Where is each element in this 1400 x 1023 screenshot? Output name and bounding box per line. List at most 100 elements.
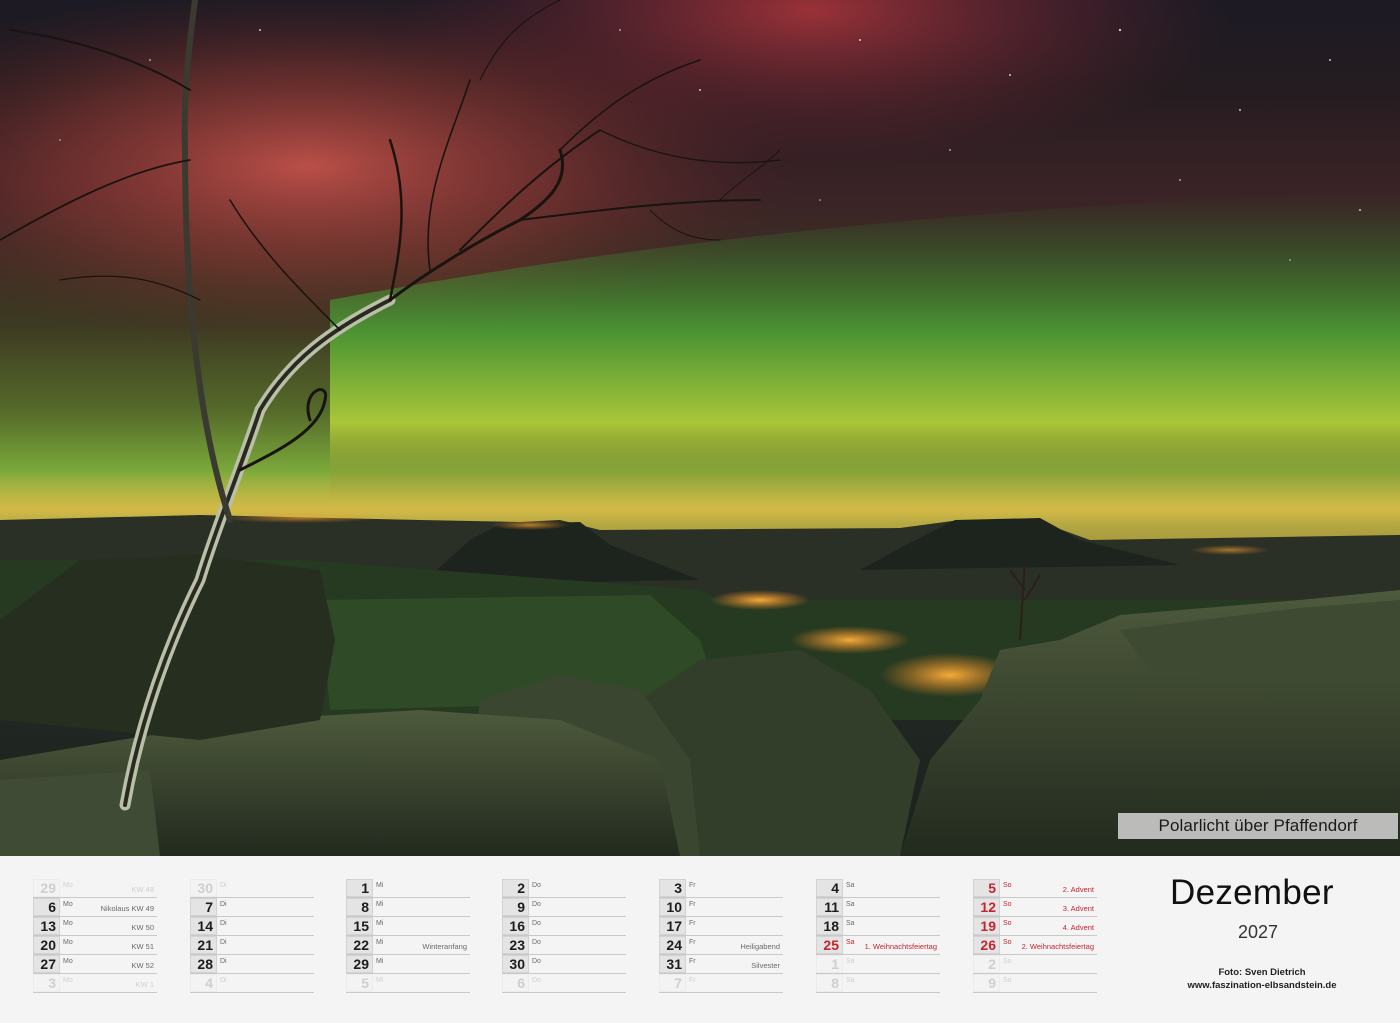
weekday-abbr: Fr [689,920,696,927]
credit-website[interactable]: www.faszination-elbsandstein.de [1150,979,1374,992]
calendar-column-do: 2 Do 9 Do 16 Do 23 Do 30 Do 6 Do [502,876,626,1016]
calendar-column-sa: 4 Sa 11 Sa 18 Sa 25 Sa 1. Weihnachtsfeiertag 1 Sa 8… [816,876,940,1016]
day-number: 9 [973,974,1000,992]
weekday-abbr: Fr [689,882,696,889]
calendar-day: 29 Mo KW 48 [33,879,157,898]
day-number: 7 [659,974,686,992]
day-number: 8 [816,974,843,992]
day-number: 5 [973,879,1000,897]
calendar-day: 7 Fr [659,974,783,993]
day-number: 24 [659,936,686,954]
weekday-abbr: So [1003,920,1012,927]
calendar-day: 1 Mi [346,879,470,898]
day-number: 1 [346,879,373,897]
row-divider [190,992,314,993]
day-number: 22 [346,936,373,954]
calendar-day: 9 So [973,974,1097,993]
calendar-day: 30 Di [190,879,314,898]
calendar-day: 7 Di [190,898,314,917]
calendar-day: 11 Sa [816,898,940,917]
weekday-abbr: Fr [689,939,696,946]
weekday-abbr: So [1003,977,1012,984]
day-number: 25 [816,936,843,954]
weekday-abbr: Mi [376,939,384,946]
calendar-day: 27 Mo KW 52 [33,955,157,974]
weekday-abbr: Mi [376,920,384,927]
day-number: 29 [33,879,60,897]
weekday-abbr: Sa [846,882,855,889]
weekday-abbr: Mo [63,958,73,965]
calendar-day: 17 Fr [659,917,783,936]
calendar-day: 23 Do [502,936,626,955]
day-number: 30 [502,955,529,973]
row-divider [973,992,1097,993]
weekday-abbr: Sa [846,901,855,908]
day-number: 3 [659,879,686,897]
aurora-landscape-illustration [0,0,1400,856]
day-number: 19 [973,917,1000,935]
day-number: 11 [816,898,843,916]
row-divider [346,992,470,993]
day-number: 2 [502,879,529,897]
weekday-abbr: Di [220,901,227,908]
day-number: 26 [973,936,1000,954]
weekday-abbr: Do [532,939,541,946]
calendar-day: 8 Mi [346,898,470,917]
calendar-grid: 29 Mo KW 48 6 Mo Nikolaus KW 49 13 Mo KW 50 20 Mo K… [0,856,1400,1023]
day-number: 31 [659,955,686,973]
calendar-day: 2 So [973,955,1097,974]
credit-photographer: Foto: Sven Dietrich [1218,967,1306,978]
calendar-day: 13 Mo KW 50 [33,917,157,936]
day-number: 16 [502,917,529,935]
day-number: 20 [33,936,60,954]
day-number: 27 [33,955,60,973]
weekday-abbr: Mi [376,901,384,908]
weekday-abbr: Di [220,977,227,984]
calendar-column-mo: 29 Mo KW 48 6 Mo Nikolaus KW 49 13 Mo KW 50 20 Mo K… [33,876,157,1016]
calendar-column-di: 30 Di 7 Di 14 Di 21 Di 28 Di 4 Di [190,876,314,1016]
calendar-day: 15 Mi [346,917,470,936]
calendar-day: 29 Mi [346,955,470,974]
weekday-abbr: Mi [376,977,384,984]
weekday-abbr: Mi [376,958,384,965]
day-number: 4 [190,974,217,992]
calendar-day: 26 So 2. Weihnachtsfeiertag [973,936,1097,955]
day-number: 21 [190,936,217,954]
photo-caption: Polarlicht über Pfaffendorf [1118,813,1398,839]
calendar-day: 12 So 3. Advent [973,898,1097,917]
year-label: 2027 [1238,922,1279,942]
calendar-day: 4 Di [190,974,314,993]
day-number: 10 [659,898,686,916]
weekday-abbr: Mo [63,920,73,927]
landscape-photo: Polarlicht über Pfaffendorf [0,0,1400,856]
calendar-day: 5 So 2. Advent [973,879,1097,898]
day-number: 14 [190,917,217,935]
weekday-abbr: Do [532,977,541,984]
calendar-day: 21 Di [190,936,314,955]
weekday-abbr: Mo [63,882,73,889]
day-number: 8 [346,898,373,916]
weekday-abbr: Do [532,901,541,908]
day-number: 28 [190,955,217,973]
weekday-abbr: Sa [846,939,855,946]
day-number: 17 [659,917,686,935]
day-number: 13 [33,917,60,935]
calendar-day: 18 Sa [816,917,940,936]
weekday-abbr: Mi [376,882,384,889]
calendar-day: 31 Fr Silvester [659,955,783,974]
weekday-abbr: Di [220,939,227,946]
calendar-day: 1 Sa [816,955,940,974]
calendar-day: 3 Mo KW 1 [33,974,157,993]
day-number: 3 [33,974,60,992]
weekday-abbr: Sa [846,920,855,927]
calendar-day: 2 Do [502,879,626,898]
weekday-abbr: Di [220,958,227,965]
day-number: 7 [190,898,217,916]
weekday-abbr: Do [532,920,541,927]
weekday-abbr: Fr [689,977,696,984]
calendar-day: 20 Mo KW 51 [33,936,157,955]
weekday-abbr: Mo [63,939,73,946]
calendar-day: 6 Mo Nikolaus KW 49 [33,898,157,917]
calendar-day: 9 Do [502,898,626,917]
weekday-abbr: So [1003,882,1012,889]
